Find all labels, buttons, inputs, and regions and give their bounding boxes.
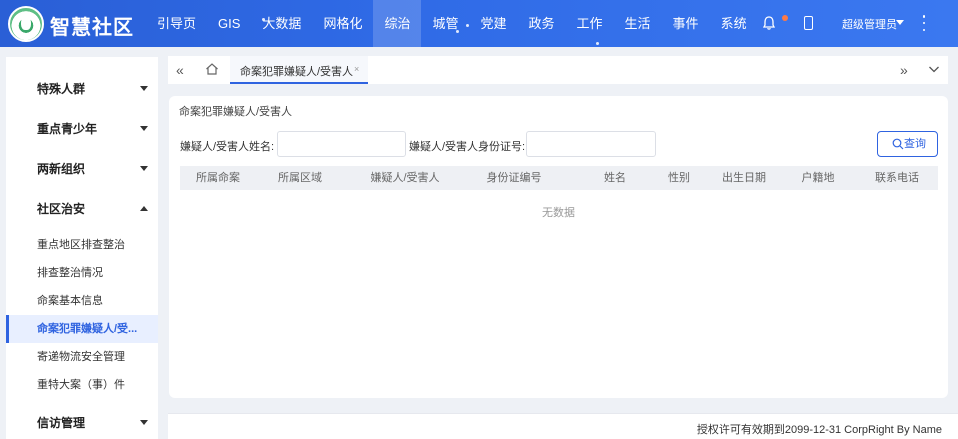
sidebar-item-logistics-safety[interactable]: 寄递物流安全管理 [6, 343, 158, 371]
nav-item-bigdata[interactable]: 大数据 [251, 0, 312, 47]
caret-down-icon [140, 126, 148, 131]
footer-copyright: 授权许可有效期到2099-12-31 CorpRight By Name [696, 424, 942, 436]
sidebar-group-label: 信访管理 [37, 416, 86, 430]
nav-item-party[interactable]: 党建 [469, 0, 517, 47]
column-header-id-number: 身份证编号 [486, 172, 542, 184]
query-button-label: 查询 [904, 138, 926, 150]
id-number-input[interactable] [526, 131, 656, 157]
snow-decoration [456, 30, 459, 33]
snow-decoration [262, 18, 265, 21]
name-field-label: 嫌疑人/受害人姓名: [180, 141, 275, 153]
nav-item-grid[interactable]: 网格化 [312, 0, 373, 47]
caret-up-icon [140, 206, 148, 211]
nav-item-events[interactable]: 事件 [662, 0, 710, 47]
column-header-area: 所属区域 [278, 172, 322, 184]
home-icon[interactable] [205, 62, 219, 76]
sidebar-group-label: 两新组织 [37, 162, 86, 176]
sidebar-item-major-cases[interactable]: 重特大案（事）件 [6, 371, 158, 399]
sidebar-group-new-organizations[interactable]: 两新组织 [6, 149, 158, 189]
caret-down-icon [140, 86, 148, 91]
sidebar-group-petition[interactable]: 信访管理 [6, 403, 158, 439]
sidebar-item-case-info[interactable]: 命案基本信息 [6, 287, 158, 315]
tab-label: 命案犯罪嫌疑人/受害人 [240, 66, 354, 78]
footer: 授权许可有效期到2099-12-31 CorpRight By Name [168, 413, 958, 439]
column-header-role: 嫌疑人/受害人 [370, 172, 440, 184]
sidebar-group-key-youth[interactable]: 重点青少年 [6, 109, 158, 149]
caret-down-icon [140, 420, 148, 425]
nav-item-government[interactable]: 政务 [518, 0, 566, 47]
sidebar-group-community-security[interactable]: 社区治安 [6, 189, 158, 229]
snow-decoration [466, 24, 469, 27]
app-logo [8, 6, 44, 42]
sidebar-group-label: 社区治安 [37, 202, 86, 216]
sidebar-item-check-status[interactable]: 排查整治情况 [6, 259, 158, 287]
top-header: 智慧社区 引导页 GIS 大数据 网格化 综治 城管 党建 政务 工作 生活 事… [0, 0, 958, 47]
sidebar-group-special-population[interactable]: 特殊人群 [6, 69, 158, 109]
nav-item-work[interactable]: 工作 [566, 0, 614, 47]
nav-item-gis[interactable]: GIS [207, 0, 251, 47]
bell-icon[interactable] [763, 16, 775, 30]
nav-item-comprehensive[interactable]: 综治 [373, 0, 422, 47]
main-nav: 引导页 GIS 大数据 网格化 综治 城管 党建 政务 工作 生活 事件 系统 [146, 0, 758, 47]
notification-dot [782, 15, 788, 21]
chevron-down-icon[interactable] [928, 64, 940, 74]
more-vertical-icon[interactable] [922, 15, 926, 31]
nav-item-urban[interactable]: 城管 [421, 0, 469, 47]
column-header-gender: 性别 [668, 172, 690, 184]
caret-down-icon [140, 166, 148, 171]
caret-down-icon[interactable] [896, 20, 904, 25]
column-header-name: 姓名 [604, 172, 626, 184]
query-button[interactable]: 查询 [877, 131, 938, 157]
sidebar-item-key-area-check[interactable]: 重点地区排查整治 [6, 231, 158, 259]
table-header: 所属命案 所属区域 嫌疑人/受害人 身份证编号 姓名 性别 出生日期 户籍地 联… [180, 166, 938, 190]
main-panel: 命案犯罪嫌疑人/受害人 嫌疑人/受害人姓名: 嫌疑人/受害人身份证号: 查询 所… [169, 96, 948, 398]
name-input[interactable] [277, 131, 406, 157]
id-field-label: 嫌疑人/受害人身份证号: [409, 141, 526, 153]
sidebar-group-label: 特殊人群 [37, 82, 86, 96]
column-header-case: 所属命案 [196, 172, 240, 184]
close-icon[interactable]: × [354, 64, 359, 74]
mobile-icon[interactable] [804, 16, 813, 30]
sidebar-item-suspects-victims[interactable]: 命案犯罪嫌疑人/受... [6, 315, 158, 343]
empty-state-text: 无数据 [542, 207, 575, 219]
sidebar-group-label: 重点青少年 [37, 122, 98, 136]
column-header-domicile: 户籍地 [801, 172, 835, 184]
double-chevron-right-icon[interactable]: » [900, 63, 908, 77]
app-title: 智慧社区 [50, 17, 134, 39]
double-chevron-left-icon[interactable]: « [176, 63, 184, 77]
column-header-birth-date: 出生日期 [722, 172, 766, 184]
column-header-phone: 联系电话 [875, 172, 919, 184]
nav-item-guide[interactable]: 引导页 [146, 0, 207, 47]
snow-decoration [596, 42, 599, 45]
page-title: 命案犯罪嫌疑人/受害人 [179, 106, 293, 118]
search-icon [892, 138, 904, 150]
sidebar: 特殊人群 重点青少年 两新组织 社区治安 重点地区排查整治 排查整治情况 命案基… [6, 57, 158, 439]
tab-bar: « 命案犯罪嫌疑人/受害人 × » [168, 56, 948, 84]
nav-item-system[interactable]: 系统 [710, 0, 758, 47]
tab-suspects-victims[interactable]: 命案犯罪嫌疑人/受害人 × [230, 56, 368, 84]
user-name[interactable]: 超级管理员 [842, 16, 897, 32]
nav-item-life[interactable]: 生活 [614, 0, 662, 47]
